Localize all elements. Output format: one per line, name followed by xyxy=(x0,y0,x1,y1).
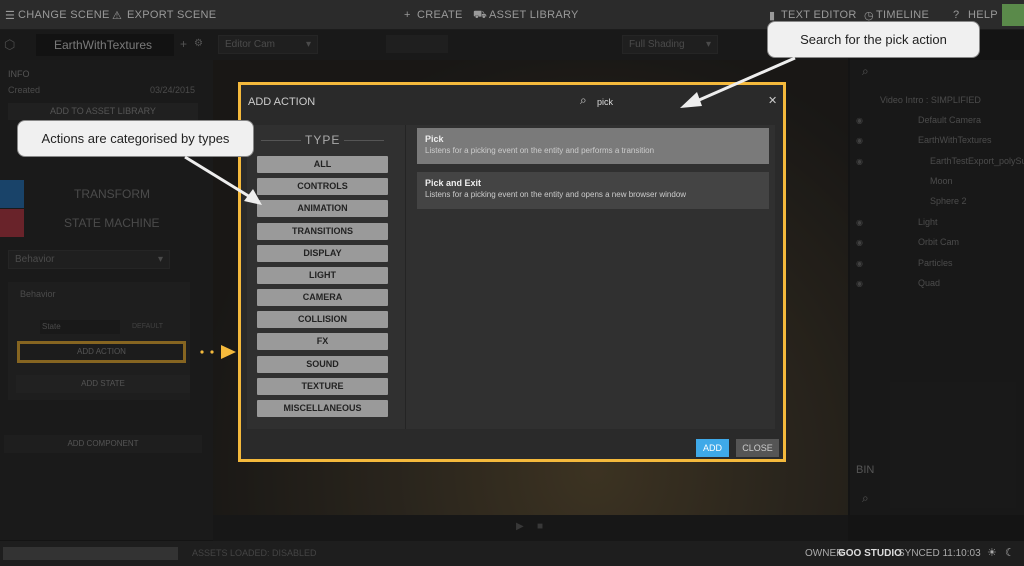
types-arrow xyxy=(184,155,262,205)
add-action-pointer xyxy=(200,345,236,359)
search-arrow xyxy=(680,56,796,108)
callout-arrows xyxy=(184,56,796,359)
